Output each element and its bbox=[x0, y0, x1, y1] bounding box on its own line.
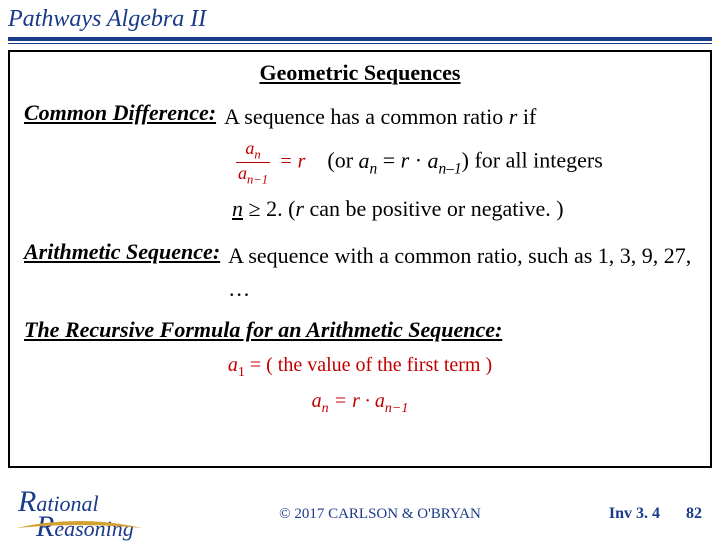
recursive-formula: a1 = ( the value of the first term ) an … bbox=[24, 349, 696, 420]
copyright-text: © 2017 CARLSON & O'BRYAN bbox=[150, 506, 570, 523]
recursive-formula-title: The Recursive Formula for an Arithmetic … bbox=[24, 317, 696, 343]
cond-text: ≥ 2. ( bbox=[243, 196, 295, 221]
ratio-line: an an−1 = r (or an = r · an–1) for all i… bbox=[24, 139, 696, 186]
formula-line-2: an = r · an−1 bbox=[24, 385, 696, 420]
definition-common-difference: Common Difference: A sequence has a comm… bbox=[24, 100, 696, 133]
course-title: Pathways Algebra II bbox=[8, 6, 712, 33]
dot: · bbox=[409, 148, 427, 173]
page-header: Pathways Algebra II bbox=[0, 0, 720, 35]
cond-text: can be positive or negative. ) bbox=[304, 196, 564, 221]
def-text: if bbox=[517, 104, 536, 129]
equals-r: = r bbox=[274, 151, 305, 173]
investigation-number: Inv 3. 4 bbox=[570, 505, 660, 523]
formula-line-1: a1 = ( the value of the first term ) bbox=[24, 349, 696, 384]
condition-line: n ≥ 2. (r can be positive or negative. ) bbox=[24, 192, 696, 225]
var-r: r bbox=[295, 196, 304, 221]
definition-arithmetic-sequence: Arithmetic Sequence: A sequence with a c… bbox=[24, 239, 696, 305]
divider-thick bbox=[8, 37, 712, 41]
var-r: r bbox=[401, 148, 410, 173]
var-an-1: an–1 bbox=[428, 148, 462, 173]
var-n: n bbox=[232, 196, 243, 221]
term-label: Common Difference: bbox=[24, 100, 224, 126]
section-title: Geometric Sequences bbox=[24, 60, 696, 86]
paren-text: ) for all integers bbox=[462, 148, 603, 173]
term-label: Arithmetic Sequence: bbox=[24, 239, 228, 265]
content-box: Geometric Sequences Common Difference: A… bbox=[8, 50, 712, 468]
eq-sign: = bbox=[377, 148, 400, 173]
divider-thin bbox=[8, 43, 712, 44]
page-number: 82 bbox=[660, 505, 720, 523]
logo-rational-reasoning: Rational Reasoning bbox=[0, 489, 150, 540]
definition-body: A sequence has a common ratio r if bbox=[224, 100, 696, 133]
def-text: A sequence has a common ratio bbox=[224, 104, 509, 129]
var-an: an bbox=[359, 148, 378, 173]
swoosh-icon bbox=[14, 518, 144, 532]
paren-text: (or bbox=[327, 148, 358, 173]
definition-body: A sequence with a common ratio, such as … bbox=[228, 239, 696, 305]
fraction: an an−1 bbox=[236, 139, 270, 186]
page-footer: Rational Reasoning © 2017 CARLSON & O'BR… bbox=[0, 488, 720, 540]
